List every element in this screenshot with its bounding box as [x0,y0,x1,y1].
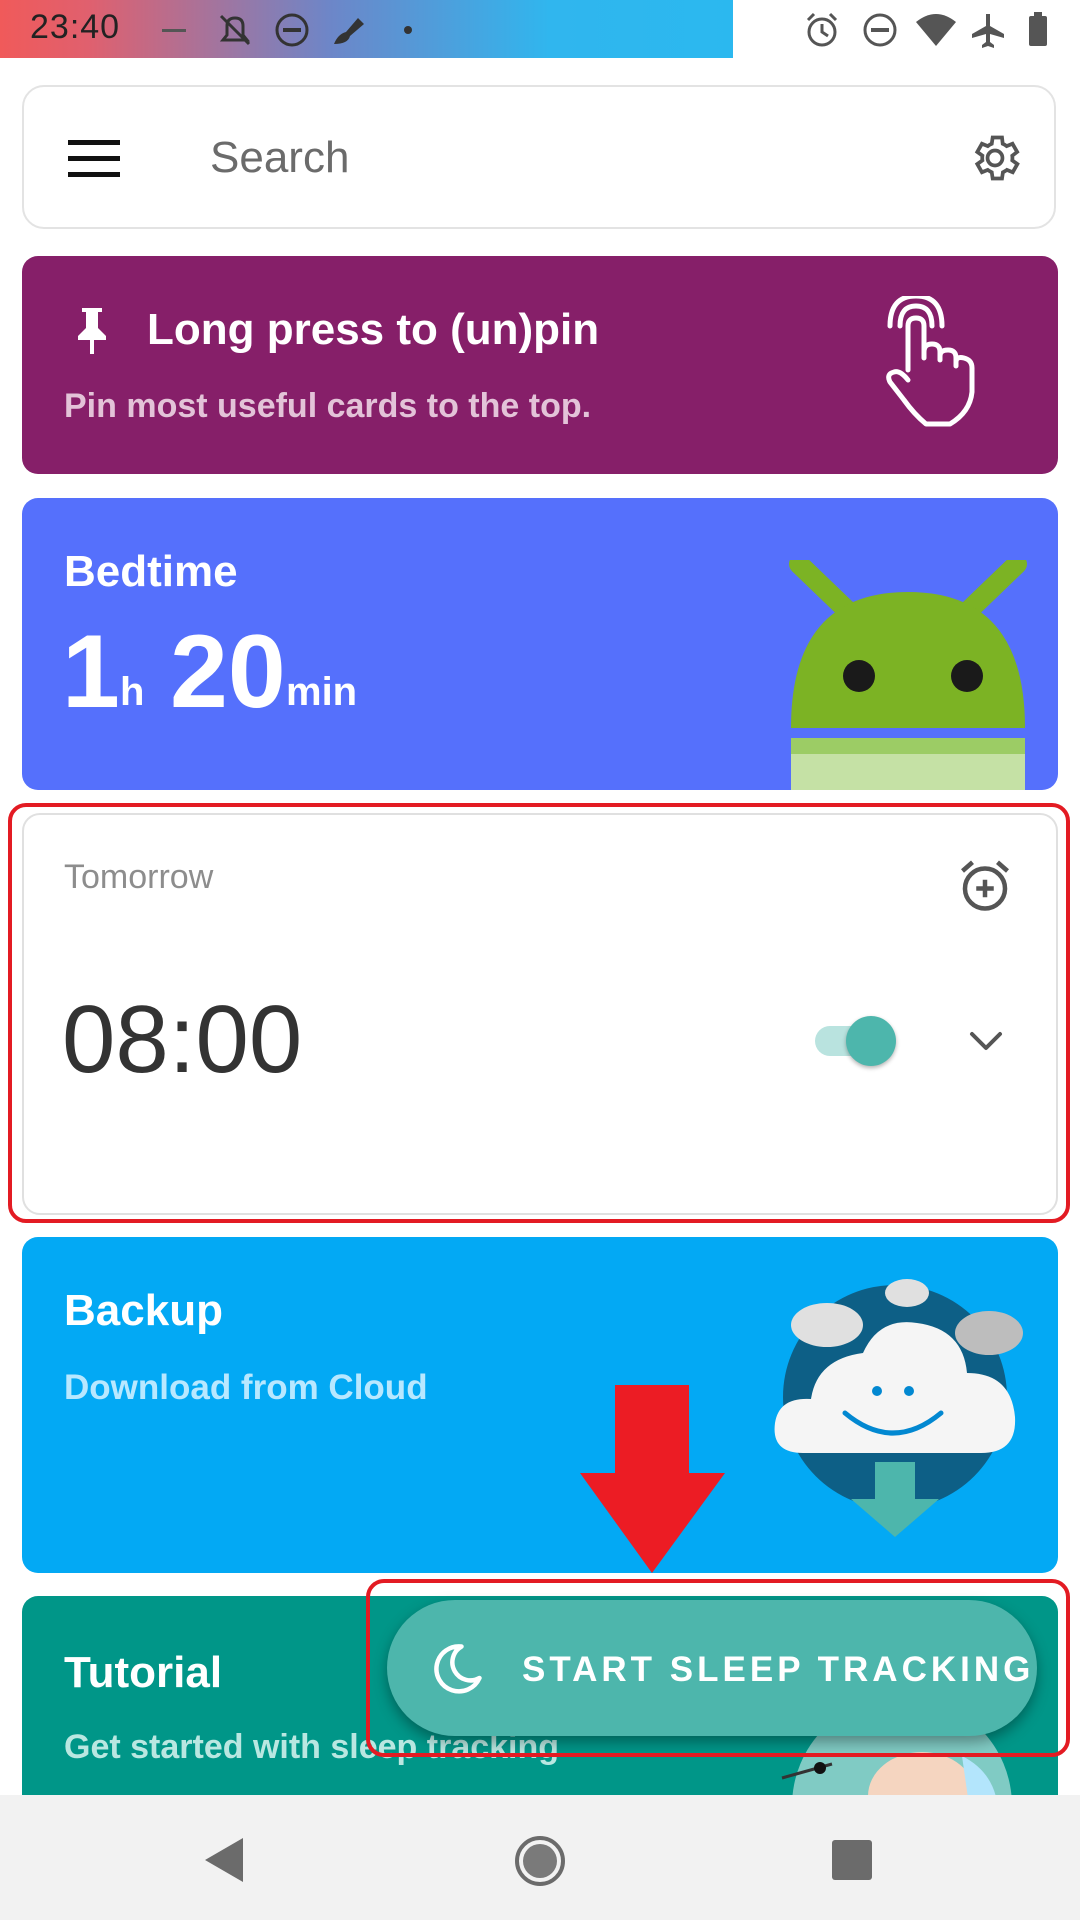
wifi-icon [916,14,956,46]
alarm-status-icon [806,12,838,47]
backup-card-subtitle: Download from Cloud [64,1368,428,1407]
battery-icon [1029,12,1047,46]
android-mascot [789,560,1027,790]
chevron-down-icon[interactable] [966,1028,1006,1054]
home-icon[interactable] [513,1834,567,1888]
alarm-time[interactable]: 08:00 [62,985,302,1095]
search-bar[interactable] [22,85,1056,229]
alarm-day-label: Tomorrow [64,858,214,896]
dot-icon [404,26,412,34]
fab-highlight [366,1579,1070,1757]
settings-icon[interactable] [967,130,1023,186]
search-input[interactable]: Search [210,133,349,183]
bedtime-minutes-unit: min [286,670,358,714]
airplane-icon [972,14,1004,48]
bedtime-hours: 1 [62,614,120,730]
pin-card-title: Long press to (un)pin [147,305,600,354]
bedtime-hours-unit: h [120,670,145,714]
red-arrow-annotation [580,1385,725,1573]
notifications-off-icon [219,14,251,46]
dnd-icon [275,13,309,47]
pin-icon [78,308,106,354]
recents-icon[interactable] [830,1838,874,1882]
bedtime-minutes: 20 [170,614,286,730]
backup-card-title: Backup [64,1286,223,1335]
pin-card-subtitle: Pin most useful cards to the top. [64,387,592,425]
status-time: 23:40 [30,8,121,46]
dnd-status-icon [863,13,897,47]
tutorial-card-title: Tutorial [64,1648,223,1697]
cloud-download-illustration [774,1279,1023,1537]
dash-icon [162,29,186,32]
add-alarm-icon[interactable] [955,856,1015,916]
alarm-toggle-knob[interactable] [846,1016,896,1066]
back-icon[interactable] [203,1836,247,1884]
touch-gesture-icon [886,296,975,427]
brush-icon [334,18,364,44]
bedtime-label: Bedtime [64,547,238,596]
menu-icon[interactable] [68,140,120,180]
